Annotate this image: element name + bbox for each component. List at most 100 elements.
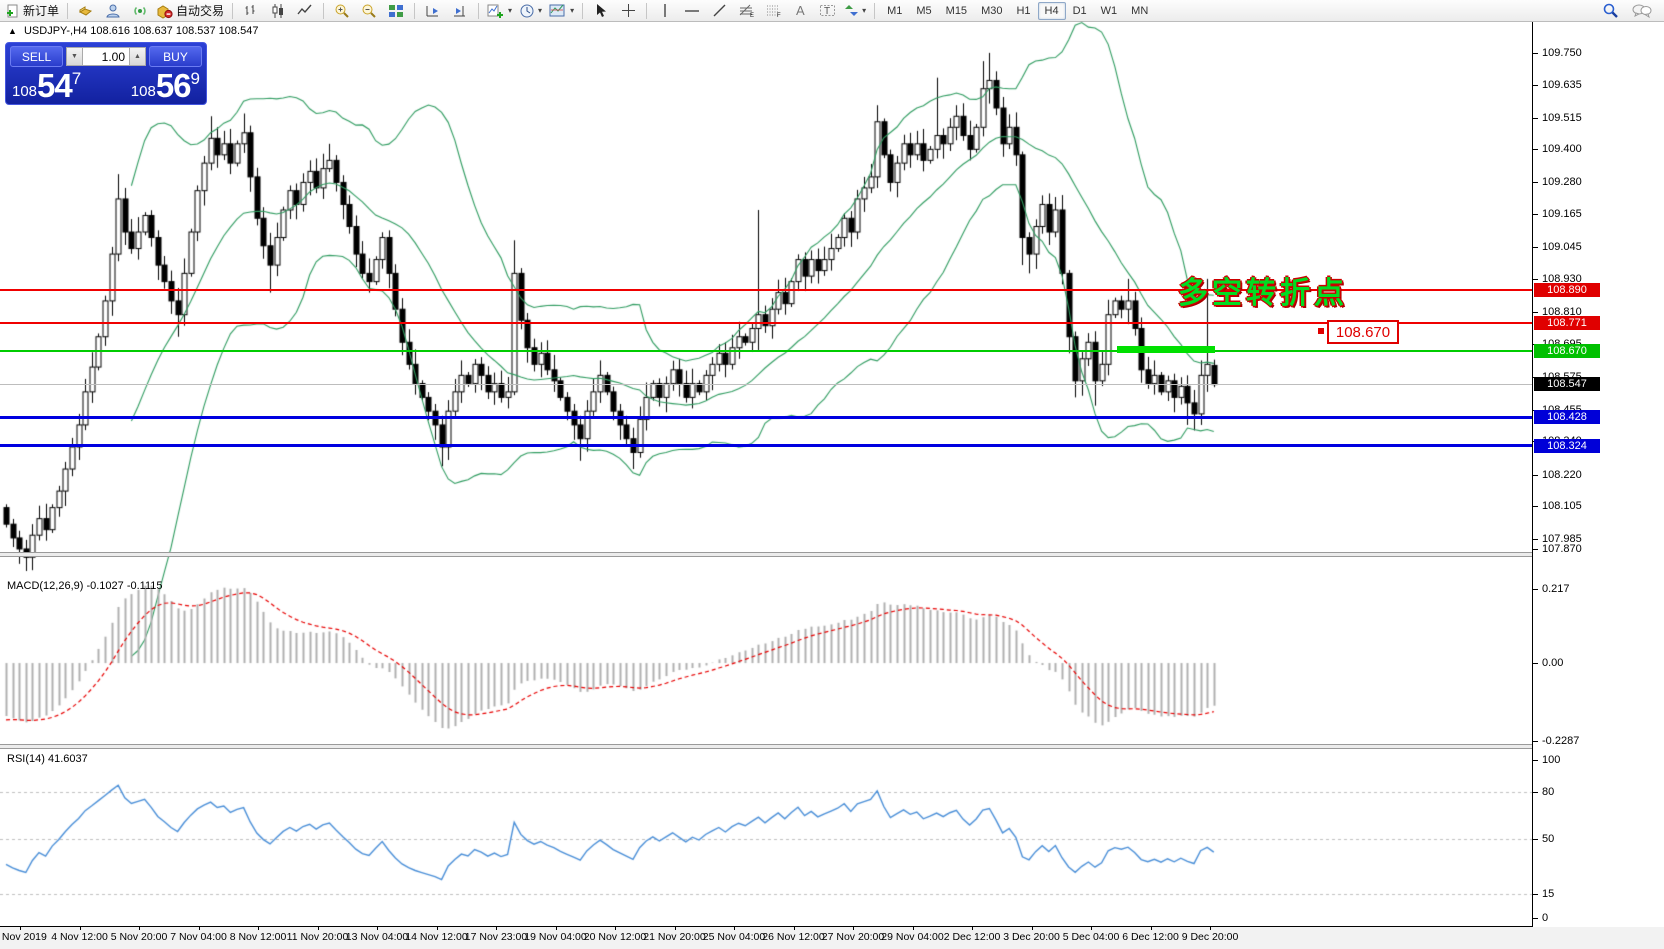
level-line-108.670[interactable] xyxy=(0,350,1532,352)
rsi-tick-mark xyxy=(1533,918,1538,919)
ask-pipette: 9 xyxy=(191,70,200,87)
time-tick-label: 7 Nov 04:00 xyxy=(170,931,227,943)
rsi-tick-mark xyxy=(1533,760,1538,761)
price-tag-108.771: 108.771 xyxy=(1534,316,1600,330)
time-tick-mark xyxy=(1032,926,1033,930)
ask-big-figure: 108 xyxy=(131,84,156,102)
price-tick-mark xyxy=(1533,506,1538,507)
time-tick-mark xyxy=(853,926,854,930)
price-tick-label: 109.400 xyxy=(1542,143,1582,155)
quote-ohlc: 108.616 108.637 108.537 108.547 xyxy=(90,25,258,37)
time-tick-label: 20 Nov 12:00 xyxy=(584,931,646,943)
level-line-108.771[interactable] xyxy=(0,322,1532,324)
price-chart-canvas[interactable] xyxy=(0,0,1664,949)
time-tick-label: 5 Dec 04:00 xyxy=(1063,931,1120,943)
macd-tick-mark xyxy=(1533,663,1538,664)
time-tick-label: 11 Nov 20:00 xyxy=(287,931,349,943)
price-tick-mark xyxy=(1533,312,1538,313)
price-tick-label: 109.280 xyxy=(1542,176,1582,188)
price-tag-108.670: 108.670 xyxy=(1534,344,1600,358)
bid-big-figure: 108 xyxy=(12,84,37,102)
collapse-marker-icon[interactable]: ▲ xyxy=(8,26,17,36)
chart-annotation-text: 多空转折点 xyxy=(1178,268,1348,312)
buy-button[interactable]: BUY xyxy=(149,46,202,67)
level-line-108.324[interactable] xyxy=(0,444,1532,447)
price-tick-mark xyxy=(1533,149,1538,150)
price-tick-mark xyxy=(1533,539,1538,540)
time-axis[interactable]: 1 Nov 2019 4 Nov 12:005 Nov 20:007 Nov 04… xyxy=(0,927,1664,949)
price-tag-108.428: 108.428 xyxy=(1534,410,1600,424)
level-line-108.428[interactable] xyxy=(0,416,1532,419)
rsi-tick-mark xyxy=(1533,894,1538,895)
time-tick-mark xyxy=(139,926,140,930)
macd-tick-label: 0.00 xyxy=(1542,657,1563,669)
price-tick-mark xyxy=(1533,182,1538,183)
price-tick-label: 109.635 xyxy=(1542,79,1582,91)
pane-splitter[interactable] xyxy=(0,552,1664,557)
macd-tick-label: 0.217 xyxy=(1542,583,1570,595)
sell-button[interactable]: SELL xyxy=(10,46,63,67)
symbol-period: USDJPY-,H4 xyxy=(24,25,87,37)
time-tick-label: 5 Nov 20:00 xyxy=(111,931,168,943)
price-tick-mark xyxy=(1533,475,1538,476)
time-tick-label: 14 Nov 12:00 xyxy=(405,931,467,943)
pane-splitter[interactable] xyxy=(0,744,1664,749)
price-tick-label: 108.220 xyxy=(1542,469,1582,481)
price-axis[interactable]: 109.750109.635109.515109.400109.280109.1… xyxy=(1533,22,1664,927)
time-tick-label: 21 Nov 20:00 xyxy=(643,931,705,943)
time-tick-mark xyxy=(913,926,914,930)
time-tick-label: 9 Dec 20:00 xyxy=(1182,931,1239,943)
volume-increase-button[interactable]: ▲ xyxy=(129,47,146,66)
price-tick-label: 109.165 xyxy=(1542,208,1582,220)
rsi-tick-mark xyxy=(1533,792,1538,793)
time-tick-label: 25 Nov 04:00 xyxy=(703,931,765,943)
time-tick-label: 1 Nov 2019 xyxy=(0,931,47,943)
volume-control: ▼ 1.00 ▲ xyxy=(66,47,146,66)
time-tick-mark xyxy=(675,926,676,930)
time-tick-mark xyxy=(794,926,795,930)
ask-price[interactable]: 108 56 9 xyxy=(131,69,200,102)
time-tick-label: 13 Nov 04:00 xyxy=(346,931,408,943)
time-tick-label: 4 Nov 12:00 xyxy=(51,931,108,943)
rsi-tick-mark xyxy=(1533,839,1538,840)
time-tick-mark xyxy=(437,926,438,930)
time-tick-mark xyxy=(20,926,21,930)
time-tick-mark xyxy=(1210,926,1211,930)
time-tick-label: 26 Nov 12:00 xyxy=(762,931,824,943)
rsi-tick-label: 15 xyxy=(1542,888,1554,900)
time-tick-label: 8 Nov 12:00 xyxy=(230,931,287,943)
current-price-line[interactable] xyxy=(0,384,1532,385)
bid-pips: 54 xyxy=(37,69,72,102)
time-tick-label: 29 Nov 04:00 xyxy=(881,931,943,943)
price-tick-label: 108.105 xyxy=(1542,500,1582,512)
time-tick-mark xyxy=(556,926,557,930)
macd-tick-mark xyxy=(1533,741,1538,742)
volume-input[interactable]: 1.00 xyxy=(83,47,129,66)
one-click-trading-panel: SELL ▼ 1.00 ▲ BUY 108 54 7 108 56 9 xyxy=(5,42,207,105)
time-tick-mark xyxy=(199,926,200,930)
time-tick-label: 3 Dec 20:00 xyxy=(1003,931,1060,943)
price-tick-mark xyxy=(1533,279,1538,280)
price-tick-label: 109.045 xyxy=(1542,241,1582,253)
time-tick-mark xyxy=(496,926,497,930)
price-tag-108.324: 108.324 xyxy=(1534,439,1600,453)
time-tick-mark xyxy=(377,926,378,930)
callout-anchor xyxy=(1318,328,1324,334)
time-tick-label: 17 Nov 23:00 xyxy=(465,931,527,943)
trend-highlight-segment[interactable] xyxy=(1117,346,1215,353)
price-tick-mark xyxy=(1533,247,1538,248)
price-tick-mark xyxy=(1533,118,1538,119)
bid-pipette: 7 xyxy=(72,70,81,87)
mt4-window: 新订单 自动交易 ▾ ▾ ▾ E F A T ▾ xyxy=(0,0,1664,949)
time-tick-mark xyxy=(734,926,735,930)
price-tick-mark xyxy=(1533,214,1538,215)
time-tick-label: 19 Nov 04:00 xyxy=(524,931,586,943)
price-callout-label[interactable]: 108.670 xyxy=(1327,320,1399,344)
rsi-tick-label: 0 xyxy=(1542,912,1548,924)
time-tick-mark xyxy=(615,926,616,930)
time-tick-mark xyxy=(1151,926,1152,930)
time-tick-label: 27 Nov 20:00 xyxy=(822,931,884,943)
bid-price[interactable]: 108 54 7 xyxy=(12,69,81,102)
price-tick-label: 107.870 xyxy=(1542,543,1582,555)
volume-decrease-button[interactable]: ▼ xyxy=(66,47,83,66)
